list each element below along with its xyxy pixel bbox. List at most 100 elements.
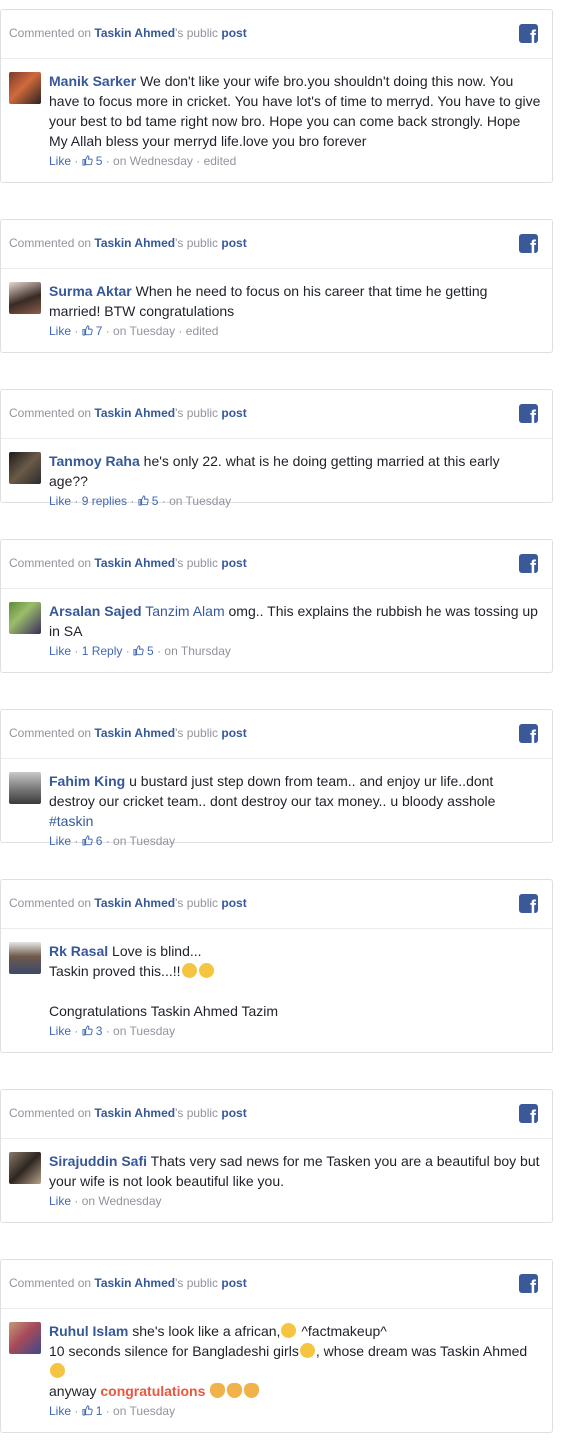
timestamp[interactable]: on Wednesday [113, 154, 193, 168]
post-link[interactable]: post [221, 406, 246, 420]
page-link[interactable]: Taskin Ahmed [94, 556, 175, 570]
card-header: Commented on Taskin Ahmed's public post … [1, 1090, 552, 1139]
comment-meta: Like · 9 replies · 5 · on Tuesday [49, 494, 232, 508]
comment-text: Love is blind... [112, 943, 202, 959]
facebook-icon[interactable]: f [519, 724, 538, 743]
timestamp[interactable]: on Tuesday [169, 494, 231, 508]
avatar[interactable] [9, 772, 41, 804]
comment-card: Commented on Taskin Ahmed's public post … [0, 219, 553, 353]
timestamp[interactable]: on Tuesday [113, 1024, 175, 1038]
avatar[interactable] [9, 942, 41, 974]
avatar[interactable] [9, 602, 41, 634]
thumbs-up-icon [82, 1405, 93, 1416]
comment-meta: Like · 1 Reply · 5 · on Thursday [49, 644, 231, 658]
comment-body: Surma Aktar When he need to focus on his… [49, 281, 542, 339]
like-button[interactable]: Like [49, 1024, 71, 1038]
avatar[interactable] [9, 1152, 41, 1184]
timestamp[interactable]: on Tuesday [113, 1404, 175, 1418]
post-link[interactable]: post [221, 1106, 246, 1120]
facebook-icon[interactable]: f [519, 894, 538, 913]
like-button[interactable]: Like [49, 324, 71, 338]
thumbs-up-icon [133, 645, 144, 656]
commenter-name[interactable]: Rk Rasal [49, 943, 108, 959]
commenter-name[interactable]: Tanmoy Raha [49, 453, 140, 469]
post-link[interactable]: post [221, 726, 246, 740]
header-text: Commented on Taskin Ahmed's public post [9, 896, 247, 910]
winking-tongue-emoji-icon [50, 1363, 65, 1378]
header-text: Commented on Taskin Ahmed's public post [9, 26, 247, 40]
sad-face-emoji-icon [299, 1343, 315, 1358]
commenter-name[interactable]: Manik Sarker [49, 73, 136, 89]
avatar[interactable] [9, 72, 41, 104]
facebook-icon[interactable]: f [519, 1104, 538, 1123]
comment-text: 10 seconds silence for Bangladeshi girls [49, 1343, 299, 1359]
page-link[interactable]: Taskin Ahmed [94, 26, 175, 40]
facebook-icon[interactable]: f [519, 1274, 538, 1293]
avatar[interactable] [9, 452, 41, 484]
thumbs-up-icon [82, 835, 93, 846]
comment-card: Commented on Taskin Ahmed's public post … [0, 879, 553, 1053]
thumbs-up-icon [138, 495, 149, 506]
commenter-name[interactable]: Surma Aktar [49, 283, 132, 299]
comment-card: Commented on Taskin Ahmed's public post … [0, 539, 553, 673]
page-link[interactable]: Taskin Ahmed [94, 1106, 175, 1120]
comment-card: Commented on Taskin Ahmed's public post … [0, 9, 553, 183]
avatar[interactable] [9, 282, 41, 314]
timestamp[interactable]: on Wednesday [82, 1194, 162, 1208]
facebook-icon[interactable]: f [519, 404, 538, 423]
page-link[interactable]: Taskin Ahmed [94, 896, 175, 910]
timestamp[interactable]: on Tuesday [113, 834, 175, 848]
like-count[interactable]: 5 [147, 644, 154, 658]
page-link[interactable]: Taskin Ahmed [94, 1276, 175, 1290]
clapping-hands-emoji-icon [210, 1383, 226, 1398]
like-button[interactable]: Like [49, 1404, 71, 1418]
commenter-name[interactable]: Arsalan Sajed [49, 603, 142, 619]
comment-card: Commented on Taskin Ahmed's public post … [0, 709, 553, 848]
congratulations-text: congratulations [100, 1383, 206, 1399]
page-link[interactable]: Taskin Ahmed [94, 726, 175, 740]
like-button[interactable]: Like [49, 834, 71, 848]
card-header: Commented on Taskin Ahmed's public post … [1, 710, 552, 759]
replies-link[interactable]: 1 Reply [82, 644, 123, 658]
replies-link[interactable]: 9 replies [82, 494, 127, 508]
like-button[interactable]: Like [49, 644, 71, 658]
tagged-user[interactable]: Tanzim Alam [145, 603, 224, 619]
page-link[interactable]: Taskin Ahmed [94, 406, 175, 420]
comment-body: Sirajuddin Safi Thats very sad news for … [49, 1151, 542, 1209]
timestamp[interactable]: on Thursday [164, 644, 231, 658]
like-button[interactable]: Like [49, 1194, 71, 1208]
post-link[interactable]: post [221, 1276, 246, 1290]
comment-meta: Like · 7 · on Tuesday · edited [49, 324, 219, 338]
post-link[interactable]: post [221, 896, 246, 910]
header-text: Commented on Taskin Ahmed's public post [9, 236, 247, 250]
like-button[interactable]: Like [49, 154, 71, 168]
comment-text: ^factmakeup^ [297, 1323, 387, 1339]
facebook-icon[interactable]: f [519, 24, 538, 43]
card-header: Commented on Taskin Ahmed's public post … [1, 10, 552, 59]
sad-face-emoji-icon [181, 963, 197, 978]
timestamp[interactable]: on Tuesday [113, 324, 175, 338]
sad-face-emoji-icon [198, 963, 214, 978]
post-link[interactable]: post [221, 236, 246, 250]
commenter-name[interactable]: Ruhul Islam [49, 1323, 128, 1339]
header-text: Commented on Taskin Ahmed's public post [9, 726, 247, 740]
comment-meta: Like · 3 · on Tuesday [49, 1024, 176, 1038]
like-button[interactable]: Like [49, 494, 71, 508]
comment-card: Commented on Taskin Ahmed's public post … [0, 389, 553, 508]
header-text: Commented on Taskin Ahmed's public post [9, 406, 247, 420]
post-link[interactable]: post [221, 556, 246, 570]
comment-meta: Like · 1 · on Tuesday [49, 1404, 176, 1418]
facebook-icon[interactable]: f [519, 234, 538, 253]
post-link[interactable]: post [221, 26, 246, 40]
header-text: Commented on Taskin Ahmed's public post [9, 1106, 247, 1120]
thumbs-up-icon [82, 155, 93, 166]
thumbs-up-icon [82, 1025, 93, 1036]
comment-card: Commented on Taskin Ahmed's public post … [0, 1089, 553, 1223]
card-header: Commented on Taskin Ahmed's public post … [1, 1260, 552, 1309]
avatar[interactable] [9, 1322, 41, 1354]
page-link[interactable]: Taskin Ahmed [94, 236, 175, 250]
commenter-name[interactable]: Fahim King [49, 773, 125, 789]
hashtag-link[interactable]: #taskin [49, 813, 93, 829]
facebook-icon[interactable]: f [519, 554, 538, 573]
commenter-name[interactable]: Sirajuddin Safi [49, 1153, 147, 1169]
